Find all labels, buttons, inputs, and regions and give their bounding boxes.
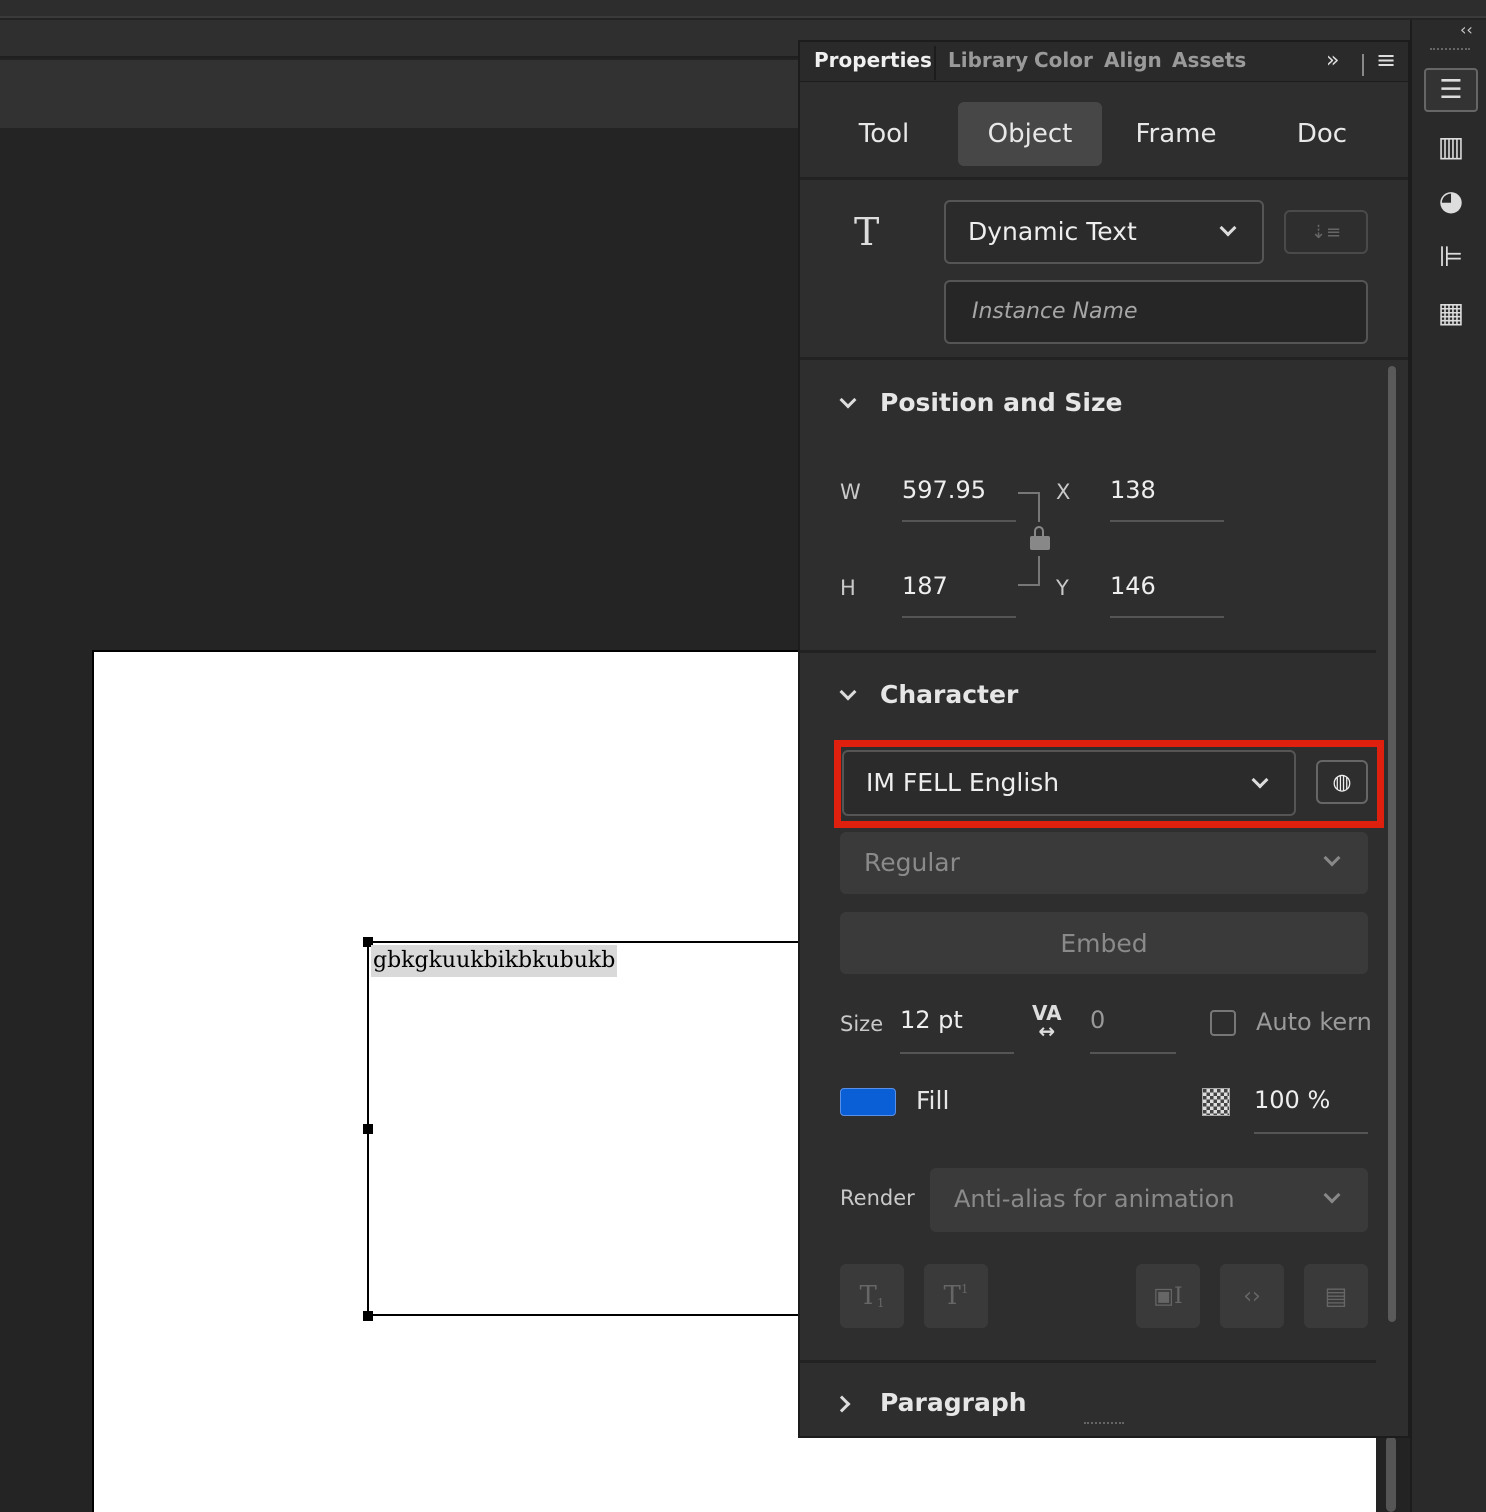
font-size-value: 12 pt <box>900 1006 963 1034</box>
divider <box>1362 54 1364 76</box>
lock-icon[interactable] <box>1030 526 1050 550</box>
section-divider <box>800 650 1376 653</box>
align-left-icon[interactable]: ⊫ <box>1424 234 1478 278</box>
properties-sliders-icon[interactable]: ☰ <box>1424 68 1478 112</box>
autokern-label: Auto kern <box>1256 1008 1372 1036</box>
library-books-icon[interactable]: ▥ <box>1424 124 1478 168</box>
tab-library[interactable]: Library <box>948 48 1028 72</box>
dock-grip <box>1430 48 1470 54</box>
panel-dock-sidebar: ‹‹ ☰ ▥ ◕ ⊫ ▦ <box>1410 20 1486 1512</box>
stage-text-content[interactable]: gbkgkuukbikbkubukb <box>371 945 618 977</box>
y-field[interactable]: 146 <box>1110 572 1224 618</box>
y-value: 146 <box>1110 572 1156 600</box>
width-field[interactable]: 597.95 <box>902 476 1016 522</box>
panel-scrollbar[interactable] <box>1388 366 1396 1322</box>
chevron-right-icon[interactable] <box>833 1395 851 1413</box>
render-dropdown[interactable]: Anti-alias for animation <box>930 1168 1368 1232</box>
text-field-bounding-box[interactable] <box>367 941 807 1316</box>
selectable-text-icon[interactable]: ▣I <box>1136 1264 1200 1328</box>
autokern-checkbox[interactable] <box>1210 1010 1236 1036</box>
height-field[interactable]: 187 <box>902 572 1016 618</box>
alpha-field[interactable]: 100 % <box>1254 1086 1368 1134</box>
width-value: 597.95 <box>902 476 986 504</box>
section-paragraph[interactable]: Paragraph <box>880 1388 1027 1417</box>
chevron-down-icon <box>1323 1186 1341 1204</box>
text-type-section: T Dynamic Text ⇣≡ Instance Name <box>800 182 1408 360</box>
text-orientation-icon[interactable]: ⇣≡ <box>1284 210 1368 254</box>
panel-tab-bar: Properties Library Color Align Assets » … <box>800 42 1408 82</box>
alpha-checker-icon <box>1202 1088 1230 1116</box>
app-top-bar <box>0 0 1486 18</box>
fill-color-swatch[interactable] <box>840 1088 896 1116</box>
tab-divider <box>934 46 936 80</box>
render-value: Anti-alias for animation <box>954 1185 1235 1213</box>
section-position-size[interactable]: Position and Size <box>880 388 1123 417</box>
embed-button[interactable]: Embed <box>840 912 1368 974</box>
font-family-value: IM FELL English <box>866 768 1060 797</box>
render-label: Render <box>840 1186 915 1210</box>
html-render-icon[interactable]: ‹› <box>1220 1264 1284 1328</box>
x-field[interactable]: 138 <box>1110 476 1224 522</box>
alpha-value: 100 % <box>1254 1086 1331 1114</box>
instance-name-placeholder: Instance Name <box>972 299 1138 324</box>
subtab-tool[interactable]: Tool <box>812 102 956 166</box>
chevron-down-icon[interactable] <box>839 391 857 409</box>
subscript-icon[interactable]: T1 <box>840 1264 904 1328</box>
text-tool-icon: T <box>854 210 880 254</box>
subtab-doc[interactable]: Doc <box>1250 102 1394 166</box>
chevron-down-icon <box>1219 219 1237 237</box>
section-character[interactable]: Character <box>880 680 1018 709</box>
panel-menu-icon[interactable]: ≡ <box>1376 46 1396 74</box>
globe-icon[interactable]: ◍ <box>1316 760 1368 804</box>
font-size-field[interactable]: 12 pt <box>900 1006 1014 1054</box>
font-family-dropdown[interactable]: IM FELL English <box>842 750 1296 816</box>
chevron-down-icon <box>1251 771 1269 789</box>
subtab-frame[interactable]: Frame <box>1104 102 1248 166</box>
panel-resize-grip[interactable] <box>1084 1422 1124 1428</box>
assets-icon[interactable]: ▦ <box>1424 290 1478 334</box>
fill-label: Fill <box>916 1086 950 1115</box>
height-value: 187 <box>902 572 948 600</box>
properties-panel: Properties Library Color Align Assets » … <box>798 40 1410 1438</box>
tab-align[interactable]: Align <box>1104 48 1162 72</box>
x-label: X <box>1056 480 1071 504</box>
height-label: H <box>840 576 856 600</box>
text-type-dropdown[interactable]: Dynamic Text <box>944 200 1264 264</box>
link-bracket-top <box>1018 492 1040 522</box>
instance-name-field[interactable]: Instance Name <box>944 280 1368 344</box>
tracking-icon: VA ↔ <box>1032 1001 1062 1043</box>
size-label: Size <box>840 1012 884 1036</box>
chevron-down-icon <box>1323 849 1341 867</box>
x-value: 138 <box>1110 476 1156 504</box>
link-bracket-bottom <box>1018 556 1040 586</box>
chevron-double-right-icon[interactable]: » <box>1326 48 1339 73</box>
subtab-bar: Tool Object Frame Doc <box>800 84 1408 180</box>
tracking-field[interactable]: 0 <box>1090 1006 1176 1054</box>
y-label: Y <box>1056 576 1069 600</box>
font-style-dropdown[interactable]: Regular <box>840 832 1368 894</box>
border-text-icon[interactable]: ▤ <box>1304 1264 1368 1328</box>
resize-handle[interactable] <box>363 1124 373 1134</box>
chevron-down-icon[interactable] <box>839 683 857 701</box>
tab-properties[interactable]: Properties <box>814 48 932 72</box>
tab-color[interactable]: Color <box>1034 48 1093 72</box>
superscript-icon[interactable]: T1 <box>924 1264 988 1328</box>
section-divider <box>800 1360 1376 1363</box>
subtab-object[interactable]: Object <box>958 102 1102 166</box>
tracking-value: 0 <box>1090 1006 1106 1034</box>
width-label: W <box>840 480 861 504</box>
resize-handle[interactable] <box>363 1311 373 1321</box>
stage-scrollbar[interactable] <box>1386 1436 1396 1512</box>
color-palette-icon[interactable]: ◕ <box>1424 178 1478 222</box>
font-style-value: Regular <box>864 848 960 877</box>
text-type-value: Dynamic Text <box>968 217 1137 246</box>
timeline-strip <box>0 60 800 128</box>
collapse-chevron-icon[interactable]: ‹‹ <box>1460 20 1473 39</box>
tab-assets[interactable]: Assets <box>1172 48 1246 72</box>
